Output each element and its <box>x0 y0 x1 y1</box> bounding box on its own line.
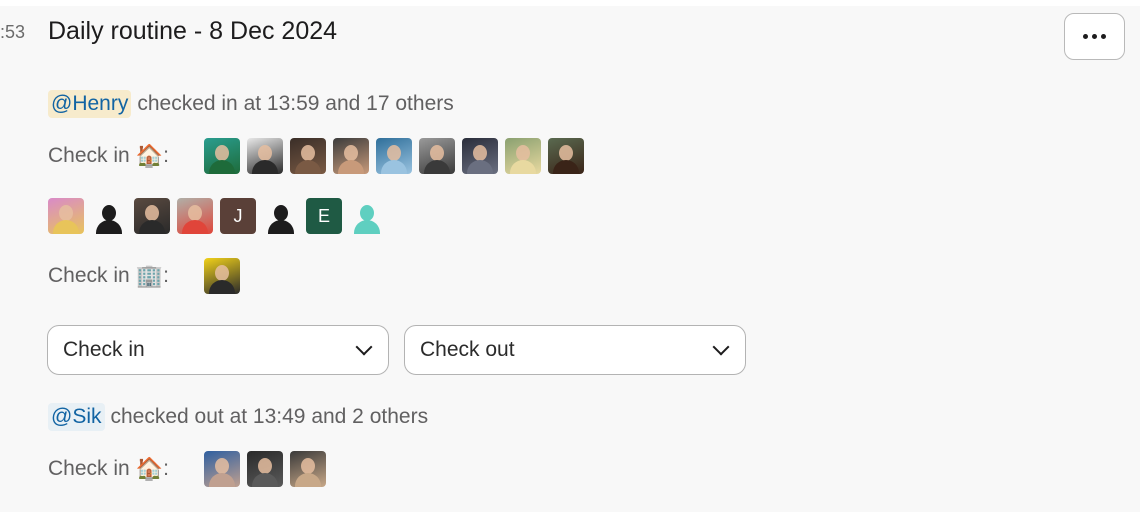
avatar[interactable] <box>419 138 455 174</box>
avatar[interactable] <box>290 138 326 174</box>
avatar-list <box>204 138 584 174</box>
checkout-select[interactable]: Check out <box>404 325 746 375</box>
message-timestamp[interactable]: :53 <box>0 22 25 43</box>
checkin-summary: @Henry checked in at 13:59 and 17 others <box>48 90 454 118</box>
avatar[interactable] <box>290 451 326 487</box>
avatar[interactable] <box>505 138 541 174</box>
checkin-label: Check in 🏠 : <box>48 456 169 481</box>
avatar-list: JE <box>48 198 385 234</box>
avatar-placeholder-icon[interactable] <box>349 198 385 234</box>
chevron-down-icon <box>355 338 373 356</box>
message-title: Daily routine - 8 Dec 2024 <box>48 17 338 45</box>
avatar[interactable] <box>333 138 369 174</box>
office-building-icon: 🏢 <box>135 263 164 288</box>
more-actions-button[interactable] <box>1064 13 1125 60</box>
avatar[interactable] <box>462 138 498 174</box>
summary-text: checked in at 13:59 and 17 others <box>137 92 454 115</box>
avatar[interactable] <box>376 138 412 174</box>
checkin-home-row: Check in 🏠 : <box>48 138 584 174</box>
avatar[interactable] <box>247 451 283 487</box>
house-icon: 🏠 <box>135 456 164 481</box>
checkin-home-row-continued: JE <box>48 198 385 234</box>
avatar-initial[interactable]: J <box>220 198 256 234</box>
avatar-placeholder-icon[interactable] <box>263 198 299 234</box>
avatar[interactable] <box>204 138 240 174</box>
ellipsis-icon <box>1083 34 1106 39</box>
select-value: Check in <box>63 338 145 361</box>
checkin-label: Check in 🏢 : <box>48 263 169 288</box>
user-mention[interactable]: @Henry <box>48 90 132 118</box>
checkout-summary: @Sik checked out at 13:49 and 2 others <box>48 403 428 431</box>
avatar[interactable] <box>247 138 283 174</box>
avatar-list <box>204 258 240 294</box>
summary-text: checked out at 13:49 and 2 others <box>110 405 429 428</box>
avatar-placeholder-icon[interactable] <box>91 198 127 234</box>
checkout-home-row: Check in 🏠 : <box>48 451 326 487</box>
avatar[interactable] <box>548 138 584 174</box>
house-icon: 🏠 <box>135 143 164 168</box>
checkin-select[interactable]: Check in <box>47 325 389 375</box>
checkin-label: Check in 🏠 : <box>48 143 169 168</box>
avatar[interactable] <box>134 198 170 234</box>
avatar[interactable] <box>204 451 240 487</box>
avatar-list <box>204 451 326 487</box>
chevron-down-icon <box>712 338 730 356</box>
select-value: Check out <box>420 338 515 361</box>
avatar-initial[interactable]: E <box>306 198 342 234</box>
checkin-office-row: Check in 🏢 : <box>48 258 240 294</box>
avatar[interactable] <box>48 198 84 234</box>
user-mention[interactable]: @Sik <box>48 403 105 431</box>
top-strip <box>0 0 1140 6</box>
avatar[interactable] <box>204 258 240 294</box>
avatar[interactable] <box>177 198 213 234</box>
